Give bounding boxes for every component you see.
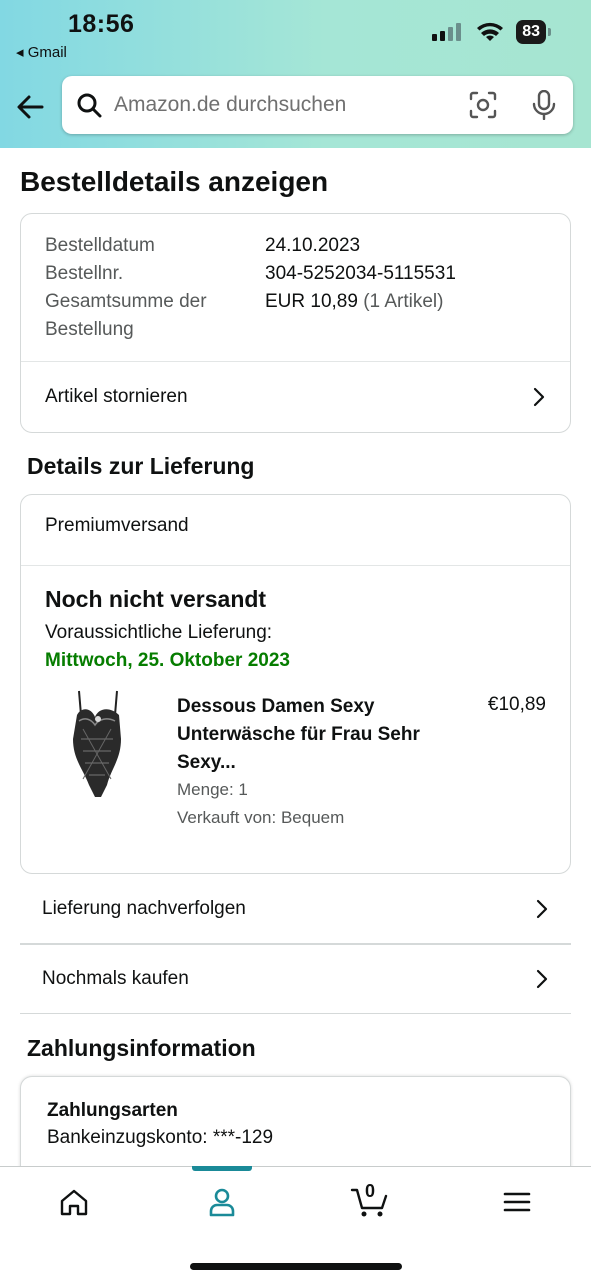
back-app-label: Gmail bbox=[27, 44, 67, 61]
wifi-icon bbox=[477, 22, 504, 41]
order-summary-card: Bestelldatum 24.10.2023 Bestellnr. 304-5… bbox=[20, 213, 571, 433]
tab-menu[interactable] bbox=[443, 1167, 591, 1237]
order-total-amount: EUR 10,89 bbox=[265, 291, 358, 312]
chevron-right-icon bbox=[536, 899, 548, 918]
delivery-heading: Details zur Lieferung bbox=[27, 453, 255, 479]
page-title: Bestelldetails anzeigen bbox=[20, 166, 329, 197]
track-delivery-label: Lieferung nachverfolgen bbox=[42, 897, 246, 919]
delivery-estimate-label: Voraussichtliche Lieferung: bbox=[45, 622, 273, 643]
hamburger-menu-icon bbox=[503, 1192, 531, 1212]
divider bbox=[21, 565, 570, 566]
search-bar[interactable]: Amazon.de durchsuchen bbox=[62, 76, 573, 134]
product-image[interactable] bbox=[65, 689, 131, 799]
home-icon bbox=[60, 1189, 88, 1216]
order-date-value: 24.10.2023 bbox=[265, 235, 361, 256]
product-quantity: Menge: 1 bbox=[177, 780, 248, 799]
person-icon bbox=[209, 1188, 235, 1217]
back-to-app-link[interactable]: ◂ Gmail bbox=[16, 43, 67, 61]
order-total-items: (1 Artikel) bbox=[363, 291, 444, 312]
battery-indicator: 83 bbox=[516, 20, 546, 44]
order-number-value: 304-5252034-5115531 bbox=[265, 263, 456, 284]
back-arrow-icon[interactable] bbox=[14, 90, 48, 124]
battery-tip bbox=[548, 28, 551, 36]
microphone-icon[interactable] bbox=[531, 90, 557, 120]
search-input[interactable]: Amazon.de durchsuchen bbox=[114, 93, 346, 117]
home-indicator[interactable] bbox=[190, 1263, 402, 1270]
shipping-type: Premiumversand bbox=[45, 515, 189, 536]
payment-heading: Zahlungsinformation bbox=[27, 1035, 256, 1061]
product-title-link[interactable]: Dessous Damen Sexy Unterwäsche für Frau … bbox=[177, 693, 427, 777]
status-time: 18:56 bbox=[68, 10, 135, 38]
product-seller: Verkauft von: Bequem bbox=[177, 808, 345, 827]
delivery-estimate-date: Mittwoch, 25. Oktober 2023 bbox=[45, 650, 290, 671]
order-total-label: Gesamtsumme der Bestellung bbox=[45, 291, 207, 340]
order-total-value: EUR 10,89 (1 Artikel) bbox=[265, 288, 443, 316]
track-delivery-button[interactable]: Lieferung nachverfolgen bbox=[20, 874, 571, 944]
buy-again-button[interactable]: Nochmals kaufen bbox=[20, 944, 571, 1014]
search-icon bbox=[77, 93, 102, 118]
bottom-tab-bar: 0 bbox=[0, 1166, 591, 1280]
tab-cart[interactable]: 0 bbox=[296, 1167, 444, 1237]
cellular-signal-icon bbox=[432, 23, 462, 41]
cancel-items-button[interactable]: Artikel stornieren bbox=[21, 361, 570, 433]
header-bar: 18:56 ◂ Gmail 83 Amazon.de durchsuchen bbox=[0, 0, 591, 148]
tab-account[interactable] bbox=[148, 1167, 296, 1237]
chevron-right-icon bbox=[536, 969, 548, 989]
tab-home[interactable] bbox=[0, 1167, 148, 1237]
product-price: €10,89 bbox=[487, 694, 546, 715]
order-number-label: Bestellnr. bbox=[45, 263, 124, 284]
status-icons: 83 bbox=[432, 20, 551, 44]
payment-account: Bankeinzugskonto: ***-129 bbox=[47, 1127, 274, 1148]
cancel-items-label: Artikel stornieren bbox=[45, 386, 188, 407]
order-date-label: Bestelldatum bbox=[45, 235, 155, 256]
camera-scan-icon[interactable] bbox=[469, 91, 497, 119]
buy-again-label: Nochmals kaufen bbox=[42, 968, 189, 989]
delivery-card: Premiumversand Noch nicht versandt Vorau… bbox=[20, 494, 571, 874]
payment-method-title: Zahlungsarten bbox=[47, 1100, 178, 1121]
chevron-right-icon bbox=[533, 387, 545, 407]
cart-count-badge: 0 bbox=[364, 1181, 375, 1201]
shipment-status: Noch nicht versandt bbox=[45, 586, 267, 612]
